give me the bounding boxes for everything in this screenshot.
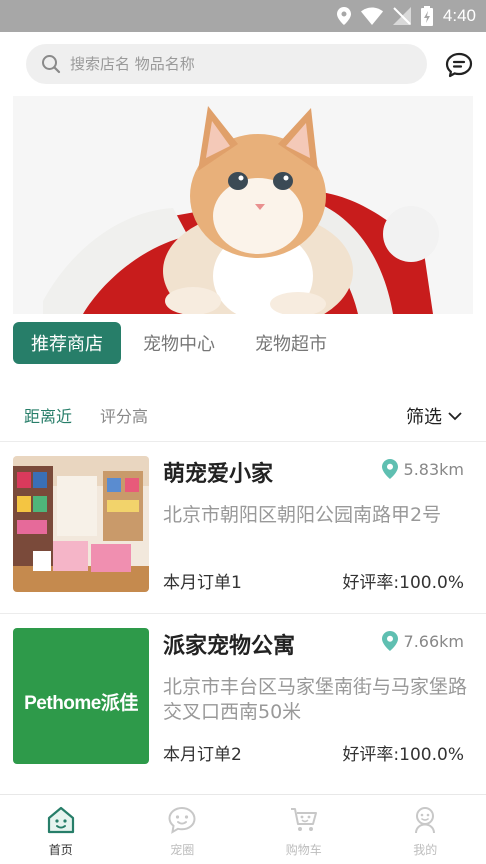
message-button[interactable] bbox=[444, 50, 474, 80]
nav-home[interactable]: 首页 bbox=[0, 795, 122, 864]
shop-monthly-orders: 本月订单2 bbox=[163, 745, 242, 765]
carousel-dot[interactable] bbox=[233, 296, 239, 302]
carousel-dots bbox=[13, 296, 473, 302]
carousel-dot[interactable] bbox=[247, 296, 253, 302]
location-pin-icon bbox=[381, 459, 398, 479]
shop-distance-value: 5.83km bbox=[403, 459, 464, 479]
bottom-navigation: 首页 宠圈 购物车 我的 bbox=[0, 794, 486, 864]
pethome-logo: Pethome派佳 bbox=[24, 693, 138, 714]
home-icon bbox=[44, 803, 78, 837]
shop-rating: 好评率:100.0% bbox=[342, 745, 464, 765]
status-bar: 4:40 bbox=[0, 0, 486, 32]
banner-carousel[interactable] bbox=[13, 96, 473, 314]
search-header bbox=[0, 32, 486, 96]
nav-label: 购物车 bbox=[285, 843, 322, 857]
filter-button[interactable]: 筛选 bbox=[406, 403, 462, 429]
shop-thumbnail: Pethome派佳 bbox=[13, 628, 149, 764]
shop-distance: 5.83km bbox=[381, 459, 464, 479]
chevron-down-icon bbox=[448, 412, 462, 421]
shop-name: 派家宠物公寓 bbox=[163, 634, 296, 659]
sort-top-rated[interactable]: 评分高 bbox=[100, 403, 148, 427]
banner-image bbox=[13, 96, 473, 314]
shop-distance-value: 7.66km bbox=[403, 631, 464, 651]
nav-label: 宠圈 bbox=[170, 843, 195, 857]
shop-name: 萌宠爱小家 bbox=[163, 462, 274, 487]
no-signal-icon bbox=[392, 7, 411, 25]
search-icon bbox=[40, 53, 62, 75]
sort-bar: 距离近 评分高 筛选 bbox=[0, 395, 486, 435]
status-icons: 4:40 bbox=[336, 0, 476, 32]
status-time: 4:40 bbox=[442, 6, 476, 25]
nav-label: 我的 bbox=[413, 843, 438, 857]
shop-list-item[interactable]: Pethome派佳 派家宠物公寓 7.66km 北京市丰台区马家堡南街与马家堡路… bbox=[0, 613, 486, 783]
nav-pet-circle[interactable]: 宠圈 bbox=[122, 795, 244, 864]
filter-label: 筛选 bbox=[406, 407, 442, 428]
sort-nearest[interactable]: 距离近 bbox=[24, 403, 72, 427]
shop-address: 北京市丰台区马家堡南街与马家堡路交叉口西南50米 bbox=[163, 676, 468, 723]
nav-profile[interactable]: 我的 bbox=[365, 795, 486, 864]
nav-label: 首页 bbox=[48, 843, 73, 857]
tab-pet-supermarket[interactable]: 宠物超市 bbox=[237, 322, 345, 364]
profile-icon bbox=[408, 803, 442, 837]
shop-address: 北京市朝阳区朝阳公园南路甲2号 bbox=[163, 504, 442, 526]
shop-list-item[interactable]: 萌宠爱小家 5.83km 北京市朝阳区朝阳公园南路甲2号 本月订单1 好评率:1… bbox=[0, 441, 486, 611]
shop-distance: 7.66km bbox=[381, 631, 464, 651]
location-pin-icon bbox=[381, 631, 398, 651]
cart-icon bbox=[287, 803, 321, 837]
wifi-icon bbox=[360, 7, 383, 25]
shop-monthly-orders: 本月订单1 bbox=[163, 573, 242, 593]
category-tabs: 推荐商店 宠物中心 宠物超市 bbox=[13, 322, 349, 364]
search-input[interactable] bbox=[70, 55, 400, 73]
shop-rating: 好评率:100.0% bbox=[342, 573, 464, 593]
battery-icon bbox=[420, 6, 433, 26]
tab-pet-center[interactable]: 宠物中心 bbox=[125, 322, 233, 364]
nav-cart[interactable]: 购物车 bbox=[243, 795, 365, 864]
location-icon bbox=[336, 7, 351, 25]
message-icon bbox=[445, 52, 473, 78]
search-box[interactable] bbox=[26, 44, 427, 84]
chat-bubble-icon bbox=[165, 803, 199, 837]
shop-thumbnail bbox=[13, 456, 149, 592]
tab-recommended-stores[interactable]: 推荐商店 bbox=[13, 322, 121, 364]
